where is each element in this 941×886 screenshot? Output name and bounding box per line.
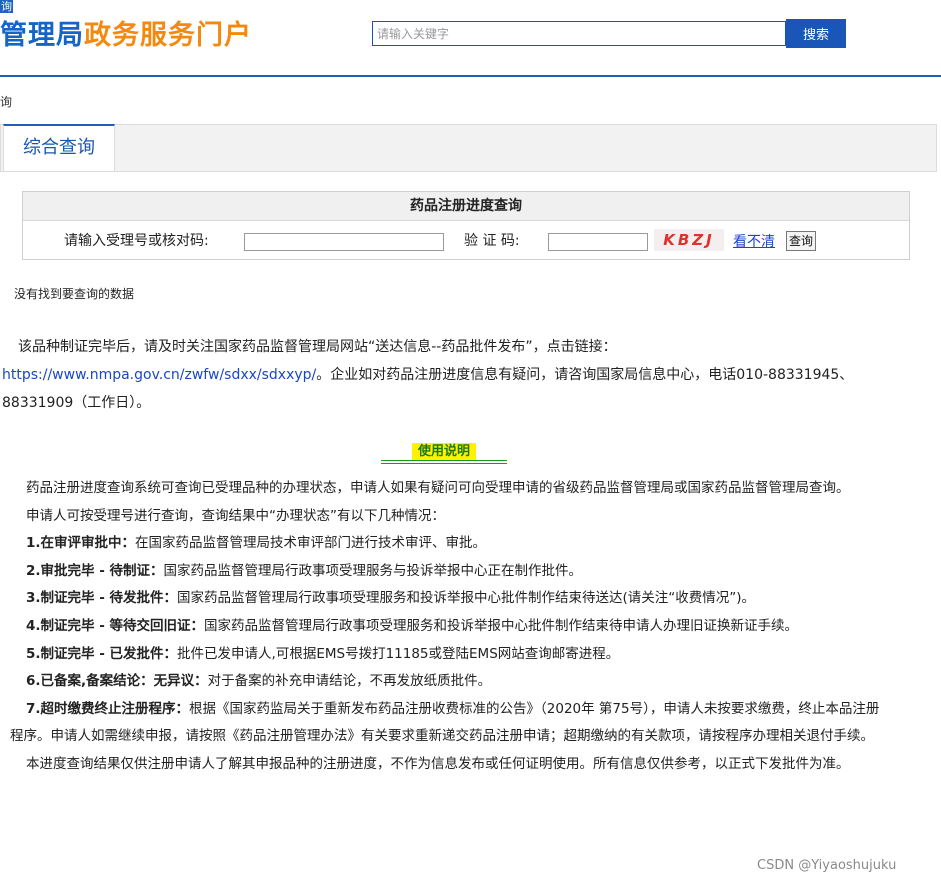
header-divider <box>0 75 941 77</box>
status-item-title: 4.制证完毕 - 等待交回旧证： <box>26 617 205 634</box>
logo-text-main: 管理局 <box>0 20 84 51</box>
site-logo[interactable]: 管理局政务服务门户 <box>0 18 252 54</box>
usage-content: 药品注册进度查询系统可查询已受理品种的办理状态，申请人如果有疑问可向受理申请的省… <box>10 475 880 779</box>
status-item-title: 3.制证完毕 - 待发批件： <box>26 590 178 607</box>
usage-title: 使用说明 <box>384 440 504 461</box>
nmpa-delivery-link[interactable]: https://www.nmpa.gov.cn/zwfw/sdxx/sdxxyp… <box>2 367 316 383</box>
usage-lead: 申请人可按受理号进行查询，查询结果中“办理状态”有以下几种情况： <box>26 507 445 524</box>
csdn-watermark: CSDN @Yiyaoshujuku <box>757 858 897 873</box>
search-input[interactable] <box>372 21 786 46</box>
query-panel-title: 药品注册进度查询 <box>23 192 909 221</box>
status-item-title: 2.审批完毕 - 待制证： <box>26 562 164 579</box>
acceptance-number-input[interactable] <box>244 233 444 251</box>
status-item-title: 1.在审评审批中： <box>26 535 136 552</box>
status-item: 7.超时缴费终止注册程序：根据《国家药监局关于重新发布药品注册收费标准的公告》（… <box>10 696 880 751</box>
captcha-input[interactable] <box>548 233 648 251</box>
tab-bar <box>0 124 937 172</box>
status-item-text: 国家药品监督管理局行政事项受理服务和投诉举报中心批件制作结束待送达(请关注“收费… <box>177 590 756 607</box>
tab-comprehensive-query[interactable]: 综合查询 <box>3 124 115 171</box>
breadcrumb: 询 <box>0 95 13 109</box>
status-item-title: 5.制证完毕 - 已发批件： <box>26 645 178 662</box>
usage-title-underline-2 <box>381 463 507 464</box>
usage-intro: 药品注册进度查询系统可查询已受理品种的办理状态，申请人如果有疑问可向受理申请的省… <box>26 480 850 496</box>
acceptance-number-label: 请输入受理号或核对码: <box>64 233 209 249</box>
status-item: 2.审批完毕 - 待制证：国家药品监督管理局行政事项受理服务与投诉举报中心正在制… <box>10 558 880 586</box>
query-submit-button[interactable]: 查询 <box>786 231 816 251</box>
status-item-text: 批件已发申请人,可根据EMS号拨打11185或登陆EMS网站查询邮寄进程。 <box>177 645 620 662</box>
status-item: 6.已备案,备案结论：无异议：对于备案的补充申请结论，不再发放纸质批件。 <box>10 668 880 696</box>
notice-text-before: 该品种制证完毕后，请及时关注国家药品监督管理局网站“送达信息--药品批件发布”，… <box>18 339 617 355</box>
status-item-text: 国家药品监督管理局行政事项受理服务与投诉举报中心正在制作批件。 <box>163 562 583 579</box>
no-data-message: 没有找到要查询的数据 <box>14 287 135 301</box>
status-item: 5.制证完毕 - 已发批件：批件已发申请人,可根据EMS号拨打11185或登陆E… <box>10 641 880 669</box>
status-item-title: 6.已备案,备案结论：无异议： <box>26 673 208 690</box>
usage-title-label: 使用说明 <box>411 443 476 461</box>
captcha-label: 验 证 码: <box>464 233 520 249</box>
status-item-title: 7.超时缴费终止注册程序： <box>26 700 190 717</box>
corner-tag: 询 <box>0 0 13 13</box>
status-item-text: 对于备案的补充申请结论，不再发放纸质批件。 <box>207 673 492 690</box>
usage-title-underline <box>381 460 507 461</box>
captcha-refresh-link[interactable]: 看不清 <box>733 231 775 251</box>
logo-text-accent: 政务服务门户 <box>84 20 252 51</box>
usage-closing: 本进度查询结果仅供注册申请人了解其申报品种的注册进度，不作为信息发布或任何证明使… <box>26 755 850 772</box>
notice-paragraph: 该品种制证完毕后，请及时关注国家药品监督管理局网站“送达信息--药品批件发布”，… <box>2 333 922 417</box>
status-item: 4.制证完毕 - 等待交回旧证：国家药品监督管理局行政事项受理服务和投诉举报中心… <box>10 613 880 641</box>
search-button[interactable]: 搜索 <box>786 19 846 48</box>
status-item: 3.制证完毕 - 待发批件：国家药品监督管理局行政事项受理服务和投诉举报中心批件… <box>10 585 880 613</box>
status-item-text: 在国家药品监督管理局技术审评部门进行技术审评、审批。 <box>135 535 487 552</box>
captcha-image: KBZJ <box>654 229 724 251</box>
status-item: 1.在审评审批中：在国家药品监督管理局技术审评部门进行技术审评、审批。 <box>10 530 880 558</box>
status-item-text: 国家药品监督管理局行政事项受理服务和投诉举报中心批件制作结束待申请人办理旧证换新… <box>204 617 799 634</box>
